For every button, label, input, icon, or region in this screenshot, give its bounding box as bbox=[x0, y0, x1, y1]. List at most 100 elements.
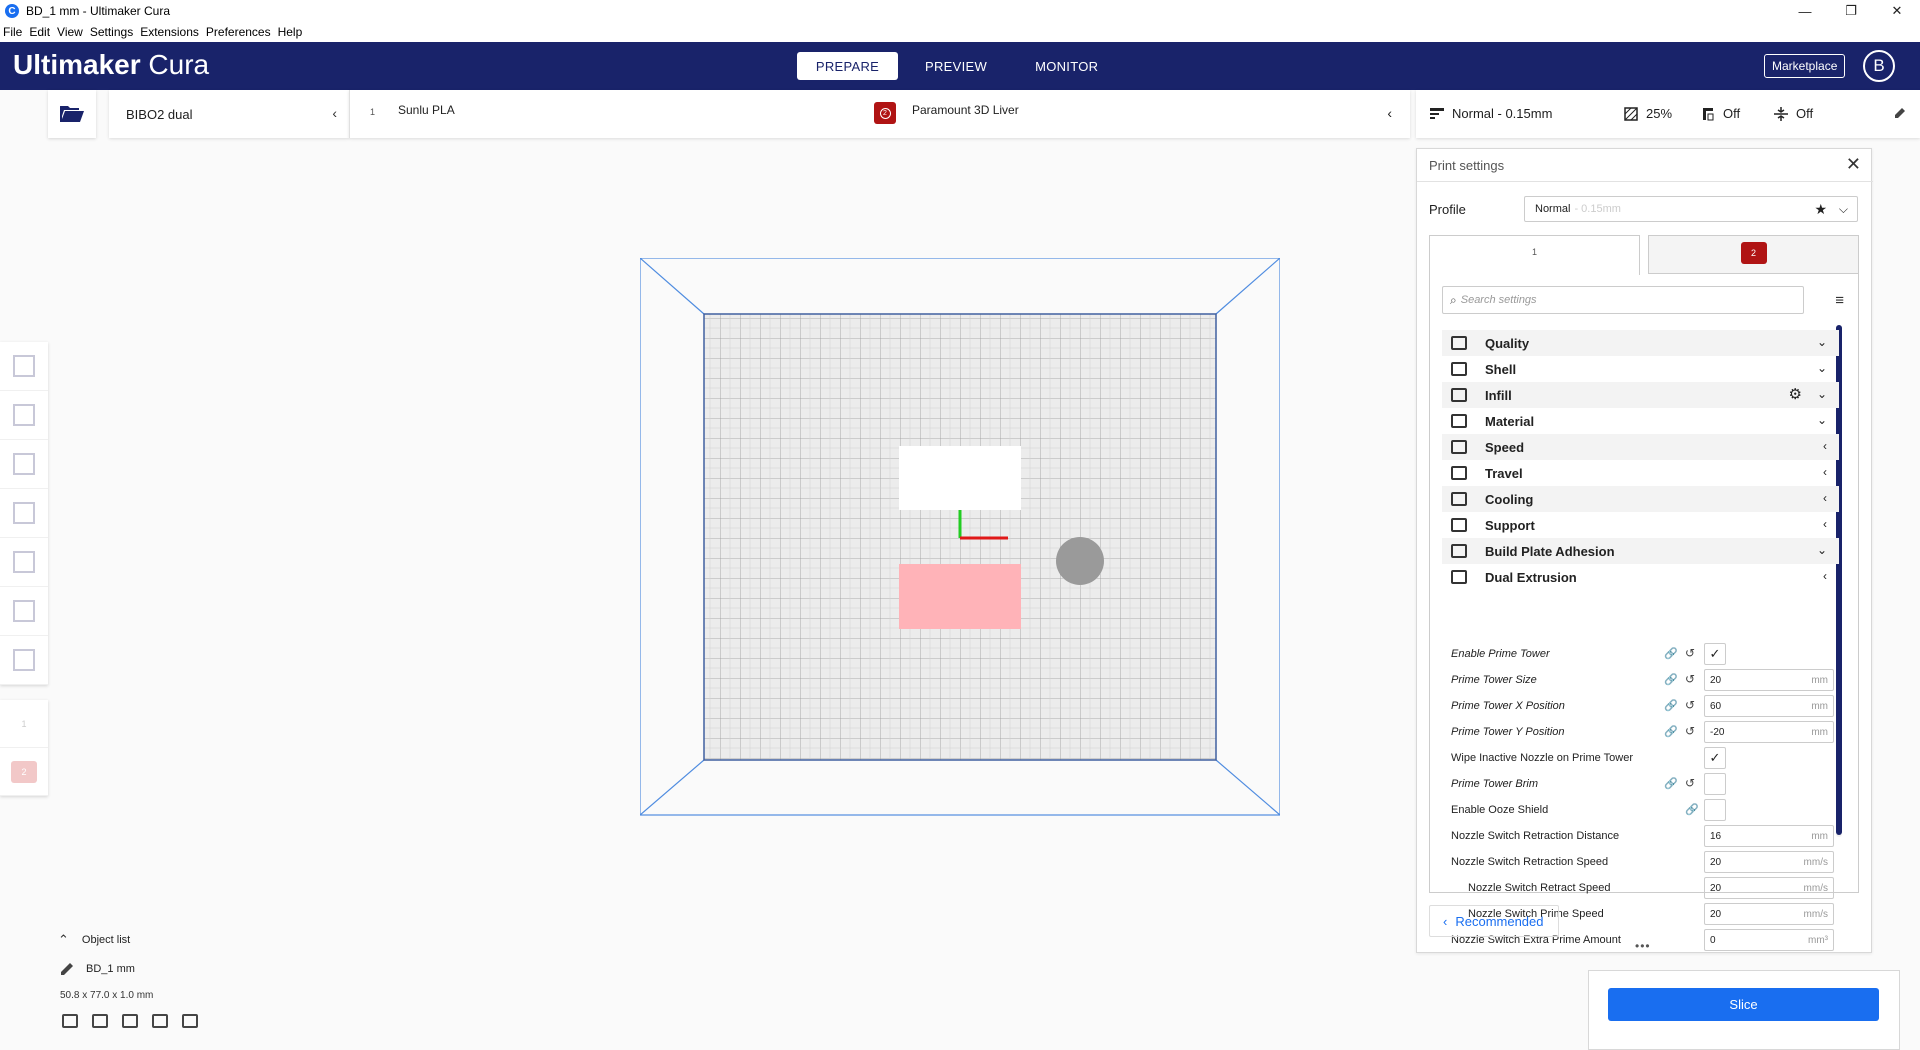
setting-value-input[interactable]: 20 mm bbox=[1704, 669, 1834, 691]
reset-icon[interactable]: ↺ bbox=[1685, 672, 1695, 686]
object-list-toggle[interactable]: ⌃ Object list bbox=[58, 932, 130, 948]
model-part-pink[interactable] bbox=[899, 564, 1021, 629]
recommended-mode-button[interactable]: ‹ Recommended bbox=[1429, 905, 1559, 937]
setting-value-input[interactable]: 20 mm/s bbox=[1704, 903, 1834, 925]
model-part-white[interactable] bbox=[899, 446, 1021, 510]
gear-icon[interactable]: ⚙ bbox=[1789, 385, 1802, 403]
reset-icon[interactable]: ↺ bbox=[1685, 776, 1695, 790]
link-icon[interactable]: 🔗 bbox=[1664, 725, 1678, 738]
adhesion-icon bbox=[1774, 106, 1788, 121]
view-3d-icon[interactable] bbox=[62, 1014, 78, 1028]
setting-checkbox[interactable] bbox=[1704, 799, 1726, 821]
extruder-1-button[interactable]: 1 bbox=[0, 700, 48, 748]
reset-icon[interactable]: ↺ bbox=[1685, 698, 1695, 712]
settings-category-material[interactable]: Material ⌄ bbox=[1442, 408, 1839, 434]
menu-edit[interactable]: Edit bbox=[29, 25, 50, 39]
setting-value-input[interactable]: -20 mm bbox=[1704, 721, 1834, 743]
scale-tool[interactable] bbox=[0, 391, 48, 440]
tab-preview[interactable]: PREVIEW bbox=[904, 52, 1008, 80]
link-icon[interactable]: 🔗 bbox=[1685, 803, 1699, 816]
setting-checkbox[interactable]: ✓ bbox=[1704, 643, 1726, 665]
user-avatar[interactable]: B bbox=[1863, 50, 1895, 82]
marketplace-button[interactable]: Marketplace bbox=[1764, 54, 1846, 78]
setting-value-input[interactable]: 16 mm bbox=[1704, 825, 1834, 847]
settings-tool-icon bbox=[13, 649, 35, 671]
setting-value-input[interactable]: 20 mm/s bbox=[1704, 851, 1834, 873]
link-icon[interactable]: 🔗 bbox=[1664, 777, 1678, 790]
star-icon[interactable]: ★ bbox=[1814, 201, 1827, 218]
dual-extrusion-icon bbox=[1451, 570, 1467, 584]
setting-checkbox[interactable] bbox=[1704, 773, 1726, 795]
tab-monitor[interactable]: MONITOR bbox=[1014, 52, 1119, 80]
object-name-row[interactable]: BD_1 mm bbox=[60, 962, 260, 976]
settings-category-shell[interactable]: Shell ⌄ bbox=[1442, 356, 1839, 382]
setting-value-input[interactable]: 0 mm³ bbox=[1704, 929, 1834, 951]
chevron-down-icon: ⌄ bbox=[1816, 413, 1827, 427]
reset-icon[interactable]: ↺ bbox=[1685, 724, 1695, 738]
settings-visibility-menu-icon[interactable]: ≡ bbox=[1835, 292, 1844, 309]
menu-view[interactable]: View bbox=[57, 25, 83, 39]
search-settings-input[interactable]: ⌕ Search settings bbox=[1442, 286, 1804, 314]
mirror-tool[interactable] bbox=[0, 489, 48, 538]
menu-extensions[interactable]: Extensions bbox=[140, 25, 199, 39]
settings-category-cooling[interactable]: Cooling ‹ bbox=[1442, 486, 1839, 512]
printer-selector[interactable]: BIBO2 dual ‹ bbox=[109, 90, 349, 138]
view-right-icon[interactable] bbox=[182, 1014, 198, 1028]
extruder-2-button[interactable]: 2 bbox=[0, 748, 48, 796]
settings-category-build-plate-adhesion[interactable]: Build Plate Adhesion ⌄ bbox=[1442, 538, 1839, 564]
settings-category-speed[interactable]: Speed ‹ bbox=[1442, 434, 1839, 460]
view-left-icon[interactable] bbox=[152, 1014, 168, 1028]
setting-value: 0 bbox=[1710, 934, 1716, 946]
tab-extruder-2[interactable]: 2 bbox=[1648, 235, 1859, 274]
setting-checkbox[interactable]: ✓ bbox=[1704, 747, 1726, 769]
print-settings-summary[interactable]: Normal - 0.15mm 25% Off Off bbox=[1416, 90, 1920, 138]
minimize-button[interactable]: — bbox=[1782, 0, 1828, 22]
category-label: Support bbox=[1485, 517, 1535, 533]
build-plate-viewport[interactable] bbox=[640, 258, 1280, 818]
tab-prepare[interactable]: PREPARE bbox=[797, 52, 898, 80]
close-icon[interactable]: ✕ bbox=[1846, 154, 1861, 175]
folder-open-icon bbox=[60, 106, 84, 122]
link-icon[interactable]: 🔗 bbox=[1664, 647, 1678, 660]
profile-dropdown[interactable]: Normal - 0.15mm ★ ⌵ bbox=[1524, 196, 1858, 222]
restore-button[interactable]: ❐ bbox=[1828, 0, 1874, 22]
menu-settings[interactable]: Settings bbox=[90, 25, 133, 39]
setting-value-input[interactable]: 60 mm bbox=[1704, 695, 1834, 717]
menu-help[interactable]: Help bbox=[278, 25, 303, 39]
ultimaker-cura-logo: Ultimaker Cura bbox=[13, 49, 210, 80]
extruder-2-icon: 2 bbox=[1740, 242, 1767, 264]
settings-category-support[interactable]: Support ‹ bbox=[1442, 512, 1839, 538]
category-label: Infill bbox=[1485, 387, 1512, 403]
close-window-button[interactable]: ✕ bbox=[1874, 0, 1920, 22]
settings-category-dual-extrusion[interactable]: Dual Extrusion ‹ bbox=[1442, 564, 1839, 590]
rotate-tool-icon bbox=[13, 453, 35, 475]
settings-category-quality[interactable]: Quality ⌄ bbox=[1442, 330, 1839, 356]
pencil-icon[interactable] bbox=[1894, 107, 1906, 119]
window-titlebar: C BD_1 mm - Ultimaker Cura — ❐ ✕ bbox=[0, 0, 1920, 22]
view-front-icon[interactable] bbox=[92, 1014, 108, 1028]
support-blocker-tool[interactable] bbox=[0, 587, 48, 636]
settings-category-infill[interactable]: Infill ⚙ ⌄ bbox=[1442, 382, 1839, 408]
tab-extruder-1[interactable]: 1 bbox=[1429, 235, 1640, 275]
open-file-button[interactable] bbox=[48, 90, 96, 138]
setting-label: Nozzle Switch Retract Speed bbox=[1468, 882, 1611, 894]
tool-7[interactable] bbox=[0, 636, 48, 685]
link-icon[interactable]: 🔗 bbox=[1664, 673, 1678, 686]
setting-value-input[interactable]: 20 mm/s bbox=[1704, 877, 1834, 899]
extruder-material-selector[interactable]: 1 Sunlu PLA 2 Paramount 3D Liver ‹ bbox=[349, 90, 1410, 138]
slice-button[interactable]: Slice bbox=[1608, 988, 1879, 1021]
pencil-icon bbox=[61, 963, 73, 975]
view-top-icon[interactable] bbox=[122, 1014, 138, 1028]
setting-value: 20 bbox=[1710, 908, 1722, 920]
menu-preferences[interactable]: Preferences bbox=[206, 25, 271, 39]
menu-file[interactable]: File bbox=[3, 25, 22, 39]
setting-unit: mm bbox=[1811, 675, 1828, 686]
cooling-icon bbox=[1451, 492, 1467, 506]
link-icon[interactable]: 🔗 bbox=[1664, 699, 1678, 712]
rotate-tool[interactable] bbox=[0, 440, 48, 489]
panel-resize-handle[interactable]: ••• bbox=[1635, 939, 1651, 953]
settings-category-travel[interactable]: Travel ‹ bbox=[1442, 460, 1839, 486]
per-model-settings-tool[interactable] bbox=[0, 538, 48, 587]
reset-icon[interactable]: ↺ bbox=[1685, 646, 1695, 660]
move-tool[interactable] bbox=[0, 342, 48, 391]
